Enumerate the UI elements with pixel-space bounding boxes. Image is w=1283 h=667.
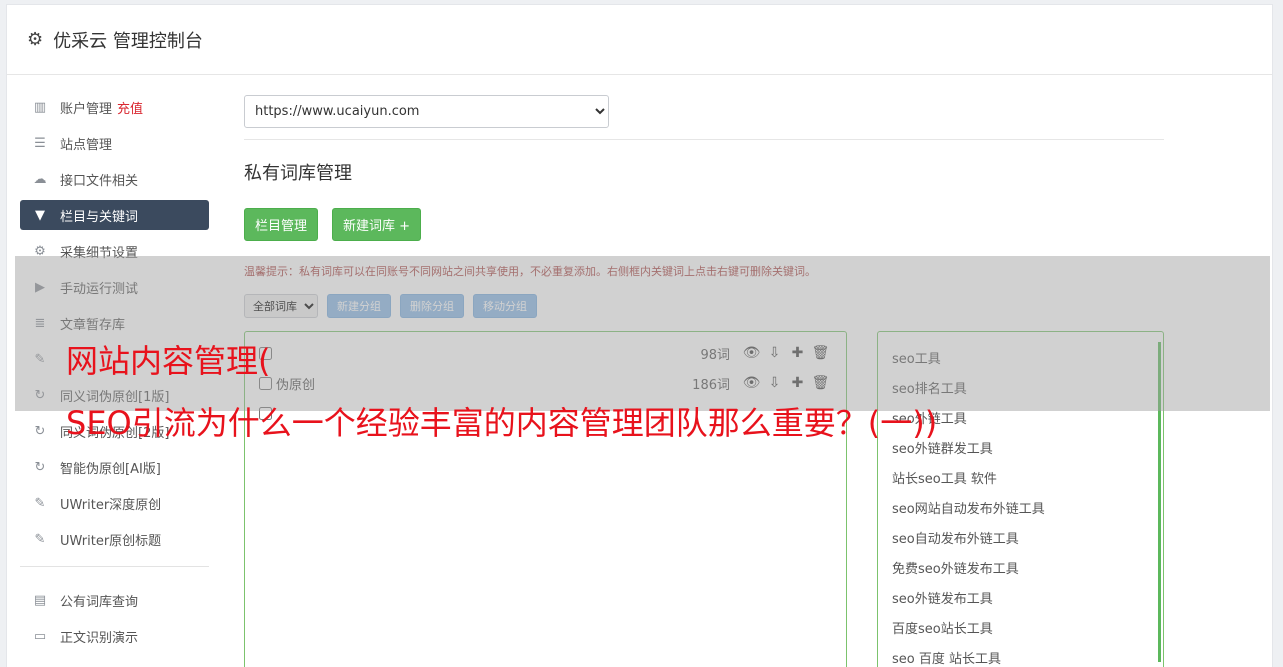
- keyword-item[interactable]: seo网站自动发布外链工具: [892, 492, 1149, 522]
- sidebar-item-interface[interactable]: ☁ 接口文件相关: [20, 164, 209, 194]
- monitor-icon: ▭: [33, 628, 47, 644]
- sidebar-item-label: UWriter深度原创: [60, 497, 162, 513]
- edit-icon: ✎: [34, 531, 46, 547]
- keyword-item[interactable]: 百度seo站长工具: [892, 612, 1149, 642]
- sidebar-item-label: UWriter原创标题: [60, 533, 162, 549]
- sidebar-item-text-recognition[interactable]: ▭ 正文识别演示: [20, 621, 209, 651]
- sidebar-item-uwriter-title[interactable]: ✎ UWriter原创标题: [20, 524, 209, 554]
- edit-icon: ✎: [34, 495, 46, 511]
- sidebar-divider: [20, 566, 209, 567]
- headline-line-1: 网站内容管理(: [66, 342, 271, 380]
- sidebar-item-label: 站点管理: [60, 137, 113, 153]
- sidebar-item-label: 账户管理: [60, 101, 113, 117]
- keyword-item[interactable]: 免费seo外链发布工具: [892, 552, 1149, 582]
- filter-icon: ▼: [35, 207, 45, 223]
- bar-chart-icon: ▥: [33, 99, 47, 115]
- divider: [244, 139, 1164, 140]
- keyword-item[interactable]: seo外链发布工具: [892, 582, 1149, 612]
- gear-icon: ⚙: [27, 29, 44, 50]
- sidebar-item-label: 正文识别演示: [60, 630, 139, 646]
- refresh-icon: ↻: [34, 423, 46, 439]
- title-overlay: [15, 256, 1270, 411]
- server-icon: ☰: [34, 135, 46, 151]
- sidebar-item-label: 栏目与关键词: [60, 209, 139, 225]
- book-icon: ▤: [33, 592, 47, 608]
- sidebar-item-columns-keywords[interactable]: ▼ 栏目与关键词: [20, 200, 209, 230]
- new-lexicon-button[interactable]: 新建词库 +: [332, 208, 422, 241]
- section-title: 私有词库管理: [244, 163, 352, 184]
- action-buttons: 栏目管理 新建词库 +: [244, 208, 1164, 241]
- keyword-item[interactable]: seo自动发布外链工具: [892, 522, 1149, 552]
- sidebar-item-label: 公有词库查询: [60, 594, 139, 610]
- sidebar-item-uwriter-deep[interactable]: ✎ UWriter深度原创: [20, 488, 209, 518]
- cloud-upload-icon: ☁: [33, 171, 47, 187]
- keyword-item[interactable]: 站长seo工具 软件: [892, 462, 1149, 492]
- sidebar-item-label: 智能伪原创[AI版]: [60, 461, 161, 477]
- recharge-link[interactable]: 充值: [117, 98, 143, 117]
- refresh-icon: ↻: [34, 459, 46, 475]
- headline-line-2: SEO引流为什么一个经验丰富的内容管理团队那么重要？(一)): [66, 404, 938, 442]
- column-manage-button[interactable]: 栏目管理: [244, 208, 319, 241]
- sidebar-item-public-lexicon[interactable]: ▤ 公有词库查询: [20, 585, 209, 615]
- console-header: ⚙ 优采云 管理控制台: [7, 5, 1272, 75]
- site-select[interactable]: https://www.ucaiyun.com: [244, 95, 609, 128]
- keyword-item[interactable]: seo 百度 站长工具: [892, 642, 1149, 667]
- sidebar-item-sites[interactable]: ☰ 站点管理: [20, 128, 209, 158]
- page-title: 优采云 管理控制台: [53, 30, 203, 52]
- sidebar-item-ai-rewrite[interactable]: ↻ 智能伪原创[AI版]: [20, 452, 209, 482]
- sidebar-item-label: 接口文件相关: [60, 173, 139, 189]
- sidebar-item-account[interactable]: ▥ 账户管理 充值: [20, 92, 209, 122]
